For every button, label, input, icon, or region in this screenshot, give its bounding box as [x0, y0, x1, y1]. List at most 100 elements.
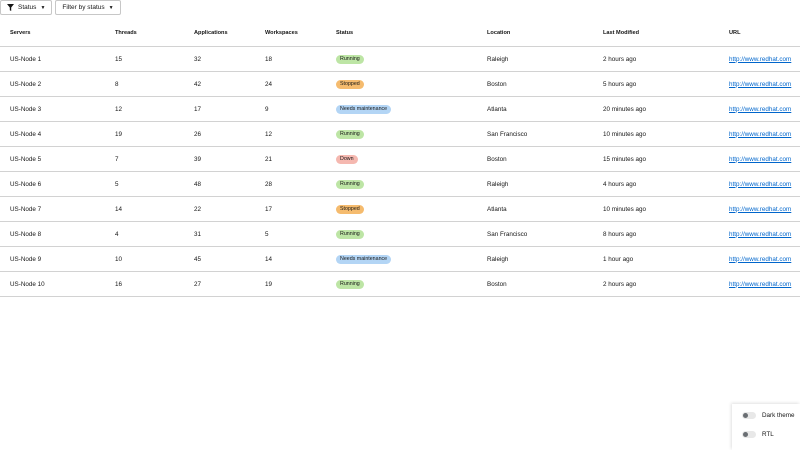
- server-name-cell: US-Node 5: [0, 146, 113, 172]
- applications-count: 27: [194, 280, 202, 288]
- url-link-cell: http://www.redhat.com: [719, 96, 800, 122]
- workspaces-count: 14: [265, 255, 273, 263]
- table-row: US-Node 10 16 27 19 Running Boston 2 hours ago…: [0, 271, 800, 297]
- threads-count: 7: [115, 155, 119, 163]
- column-header[interactable]: Status: [326, 19, 477, 47]
- last-modified: 10 minutes ago: [603, 130, 647, 138]
- applications-count-cell: 48: [184, 171, 255, 197]
- status-badge-cell: Running: [326, 171, 477, 197]
- last-modified: 15 minutes ago: [603, 155, 647, 163]
- url-link[interactable]: http://www.redhat.com: [729, 106, 791, 113]
- workspaces-count-cell: 18: [255, 46, 326, 72]
- caret-down-icon: ▼: [40, 4, 46, 11]
- threads-count-cell: 15: [113, 46, 184, 72]
- threads-count-cell: 5: [113, 171, 184, 197]
- location: Raleigh: [487, 180, 509, 188]
- server-name: US-Node 10: [10, 280, 45, 288]
- url-link[interactable]: http://www.redhat.com: [729, 81, 791, 88]
- url-link-cell: http://www.redhat.com: [719, 46, 800, 72]
- location: Boston: [487, 80, 507, 88]
- table-row: US-Node 6 5 48 28 Running Raleigh 4 hours ago h…: [0, 171, 800, 197]
- url-link[interactable]: http://www.redhat.com: [729, 131, 791, 138]
- threads-count-cell: 4: [113, 221, 184, 247]
- column-header[interactable]: Servers: [0, 19, 113, 47]
- dark-theme-toggle[interactable]: Dark theme: [742, 412, 795, 419]
- location: Atlanta: [487, 105, 507, 113]
- status-badge-cell: Running: [326, 46, 477, 72]
- url-link-cell: http://www.redhat.com: [719, 171, 800, 197]
- applications-count: 48: [194, 180, 202, 188]
- last-modified-cell: 10 minutes ago: [593, 196, 719, 222]
- workspaces-count: 19: [265, 280, 273, 288]
- rtl-toggle[interactable]: RTL: [742, 431, 774, 438]
- url-link[interactable]: http://www.redhat.com: [729, 156, 791, 163]
- status-badge: Stopped: [336, 79, 364, 89]
- server-name: US-Node 5: [10, 155, 42, 163]
- threads-count: 19: [115, 130, 123, 138]
- url-link[interactable]: http://www.redhat.com: [729, 206, 791, 213]
- table-row: US-Node 9 10 45 14 Needs maintenance Raleigh 1…: [0, 246, 800, 272]
- filter-by-status-dropdown[interactable]: Filter by status ▼: [55, 0, 121, 15]
- threads-count: 4: [115, 230, 119, 238]
- server-name-cell: US-Node 10: [0, 271, 113, 297]
- server-name-cell: US-Node 3: [0, 96, 113, 122]
- server-name: US-Node 7: [10, 205, 42, 213]
- last-modified: 2 hours ago: [603, 55, 637, 63]
- threads-count: 15: [115, 55, 123, 63]
- column-header[interactable]: Location: [477, 19, 593, 47]
- applications-count-cell: 17: [184, 96, 255, 122]
- servers-table: Servers Threads Applications Workspaces …: [0, 19, 800, 297]
- column-header[interactable]: Last Modified: [593, 19, 719, 47]
- applications-count: 22: [194, 205, 202, 213]
- workspaces-count: 28: [265, 180, 273, 188]
- table-row: US-Node 7 14 22 17 Stopped Atlanta 10 minutes …: [0, 196, 800, 222]
- column-header[interactable]: Applications: [184, 19, 255, 47]
- location-cell: Boston: [477, 146, 593, 172]
- status-badge: Running: [336, 179, 364, 189]
- last-modified-cell: 15 minutes ago: [593, 146, 719, 172]
- threads-count-cell: 19: [113, 121, 184, 147]
- location-cell: Atlanta: [477, 96, 593, 122]
- toggle-switch[interactable]: [742, 412, 756, 419]
- last-modified: 2 hours ago: [603, 280, 637, 288]
- applications-count: 39: [194, 155, 202, 163]
- status-badge-cell: Running: [326, 221, 477, 247]
- workspaces-count: 18: [265, 55, 273, 63]
- toggle-switch[interactable]: [742, 431, 756, 438]
- url-link-cell: http://www.redhat.com: [719, 196, 800, 222]
- url-link[interactable]: http://www.redhat.com: [729, 256, 791, 263]
- workspaces-count: 9: [265, 105, 269, 113]
- status-badge-cell: Needs maintenance: [326, 246, 477, 272]
- url-link[interactable]: http://www.redhat.com: [729, 56, 791, 63]
- status-badge: Running: [336, 229, 364, 239]
- status-dropdown[interactable]: Status ▼: [0, 0, 53, 15]
- threads-count: 5: [115, 180, 119, 188]
- column-header[interactable]: URL: [719, 19, 800, 47]
- applications-count: 17: [194, 105, 202, 113]
- column-header[interactable]: Threads: [113, 19, 184, 47]
- table-row: US-Node 4 19 26 12 Running San Francisco 10 mi…: [0, 121, 800, 147]
- workspaces-count: 24: [265, 80, 273, 88]
- threads-count: 10: [115, 255, 123, 263]
- status-badge: Needs maintenance: [336, 254, 392, 264]
- table-row: US-Node 5 7 39 21 Down Boston 15 minutes ago ht…: [0, 146, 800, 172]
- url-link[interactable]: http://www.redhat.com: [729, 281, 791, 288]
- url-link[interactable]: http://www.redhat.com: [729, 231, 791, 238]
- server-name-cell: US-Node 1: [0, 46, 113, 72]
- url-link-cell: http://www.redhat.com: [719, 71, 800, 97]
- threads-count-cell: 10: [113, 246, 184, 272]
- status-badge-cell: Stopped: [326, 71, 477, 97]
- url-link[interactable]: http://www.redhat.com: [729, 181, 791, 188]
- server-name-cell: US-Node 7: [0, 196, 113, 222]
- server-name: US-Node 3: [10, 105, 42, 113]
- column-header[interactable]: Workspaces: [255, 19, 326, 47]
- location: Raleigh: [487, 55, 509, 63]
- last-modified: 1 hour ago: [603, 255, 634, 263]
- table-row: US-Node 3 12 17 9 Needs maintenance Atlanta 20…: [0, 96, 800, 122]
- server-name: US-Node 8: [10, 230, 42, 238]
- workspaces-count-cell: 9: [255, 96, 326, 122]
- applications-count: 42: [194, 80, 202, 88]
- server-name-cell: US-Node 6: [0, 171, 113, 197]
- last-modified-cell: 5 hours ago: [593, 71, 719, 97]
- status-dropdown-label: Status: [18, 4, 37, 11]
